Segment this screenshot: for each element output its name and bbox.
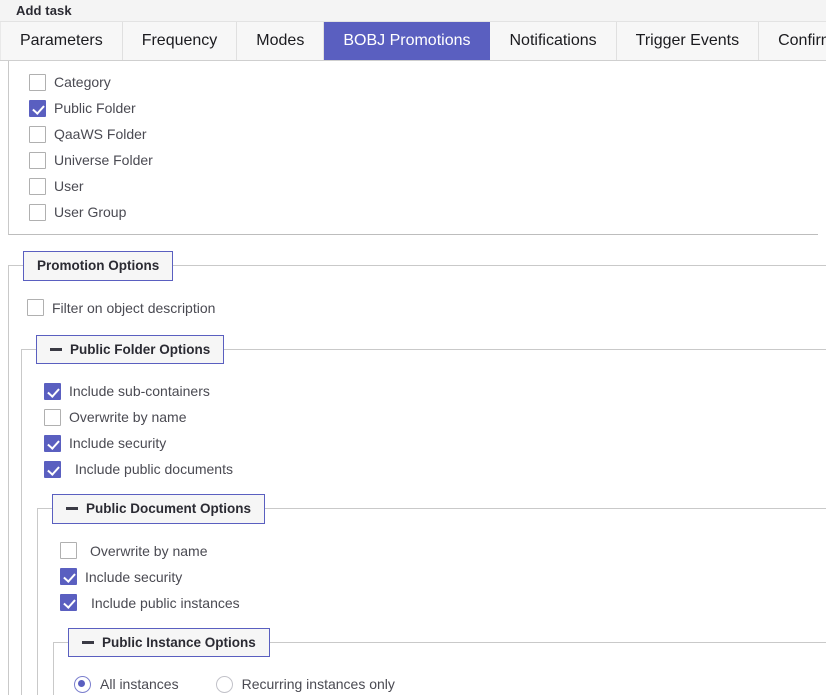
tab-notifications[interactable]: Notifications	[490, 22, 617, 60]
checkbox-user[interactable]	[29, 177, 46, 195]
legend-box[interactable]: Public Instance Options	[68, 627, 270, 657]
tab-label: Confirmation	[778, 32, 826, 49]
checkbox-label: Include public instances	[91, 594, 240, 611]
checkbox-row-user-group[interactable]: User Group	[9, 199, 818, 225]
checkbox-include-sub-containers[interactable]	[44, 382, 61, 400]
fieldset-promotion-options: Promotion Options Filter on object descr…	[8, 251, 826, 695]
checkbox-label: Overwrite by name	[90, 542, 208, 559]
checkbox-label: Include sub-containers	[69, 383, 210, 399]
checkbox-include-public-documents[interactable]	[44, 460, 61, 478]
checkbox-row-overwrite-by-name-folder[interactable]: Overwrite by name	[22, 404, 826, 430]
tab-parameters[interactable]: Parameters	[0, 22, 123, 60]
minus-icon[interactable]	[66, 507, 78, 511]
legend-box[interactable]: Public Document Options	[52, 494, 266, 524]
tab-confirmation[interactable]: Confirmation	[759, 22, 826, 60]
tab-bobj-promotions[interactable]: BOBJ Promotions	[324, 22, 491, 60]
checkbox-qaaws-folder[interactable]	[29, 125, 46, 143]
checkbox-label: User	[54, 178, 84, 194]
minus-icon[interactable]	[50, 347, 62, 351]
checkbox-row-include-sub-containers[interactable]: Include sub-containers	[22, 378, 826, 404]
public-folder-options-body: Include sub-containers Overwrite by name…	[22, 364, 826, 695]
radio-label: All instances	[100, 676, 179, 692]
checkbox-label: Include public documents	[75, 461, 233, 477]
checkbox-user-group[interactable]	[29, 203, 46, 221]
legend-label: Public Instance Options	[102, 634, 256, 650]
radio-group-instance-scope: All instances Recurring instances only	[54, 671, 826, 695]
checkbox-row-include-public-instances[interactable]: Include public instances	[38, 590, 826, 616]
tab-label: BOBJ Promotions	[343, 32, 471, 49]
tab-label: Trigger Events	[635, 32, 740, 49]
tab-label: Notifications	[509, 32, 597, 49]
checkbox-include-public-instances[interactable]	[60, 594, 77, 611]
checkbox-label: QaaWS Folder	[54, 126, 147, 142]
radio-row-recurring-instances-only[interactable]: Recurring instances only	[215, 675, 395, 693]
checkbox-label: Category	[54, 74, 111, 90]
radio-all-instances[interactable]	[74, 675, 91, 693]
legend-public-folder-options: Public Folder Options	[36, 334, 225, 364]
checkbox-row-overwrite-by-name-document[interactable]: Overwrite by name	[38, 538, 826, 564]
checkbox-label: Universe Folder	[54, 152, 153, 168]
tab-panel-bobj-promotions: Category Public Folder QaaWS Folder Univ…	[0, 61, 826, 695]
checkbox-label: Include security	[69, 435, 167, 451]
public-instance-options-body: All instances Recurring instances only	[54, 657, 826, 695]
checkbox-row-qaaws-folder[interactable]: QaaWS Folder	[9, 121, 818, 147]
dialog-title-text: Add task	[16, 3, 72, 18]
checkbox-row-public-folder[interactable]: Public Folder	[9, 95, 818, 121]
legend-box[interactable]: Promotion Options	[23, 251, 174, 281]
legend-box[interactable]: Public Folder Options	[36, 334, 225, 364]
tab-trigger-events[interactable]: Trigger Events	[616, 22, 760, 60]
tab-label: Modes	[256, 32, 305, 49]
radio-recurring-instances-only[interactable]	[215, 675, 233, 693]
checkbox-include-security-folder[interactable]	[44, 434, 61, 452]
checkbox-label: Overwrite by name	[69, 409, 187, 425]
minus-icon[interactable]	[82, 640, 94, 644]
checkbox-row-filter-on-object-description[interactable]: Filter on object description	[9, 295, 826, 321]
checkbox-label: Public Folder	[54, 100, 136, 116]
checkbox-label: Include security	[85, 568, 183, 585]
legend-public-document-options: Public Document Options	[52, 494, 266, 524]
tab-label: Parameters	[20, 32, 103, 49]
tab-frequency[interactable]: Frequency	[122, 22, 238, 60]
legend-label: Promotion Options	[37, 258, 160, 273]
public-document-options-body: Overwrite by name Include security Inclu…	[38, 524, 826, 695]
tab-strip: Parameters Frequency Modes BOBJ Promotio…	[0, 22, 826, 61]
checkbox-overwrite-by-name-folder[interactable]	[44, 408, 61, 426]
dialog-title: Add task	[0, 0, 826, 22]
checkbox-include-security-document[interactable]	[60, 568, 77, 585]
radio-label: Recurring instances only	[241, 676, 395, 692]
legend-label: Public Document Options	[86, 501, 252, 516]
checkbox-row-include-security-folder[interactable]: Include security	[22, 430, 826, 456]
tab-modes[interactable]: Modes	[237, 22, 325, 60]
fieldset-public-instance-options: Public Instance Options All instances Re…	[53, 627, 826, 695]
tab-label: Frequency	[141, 32, 218, 49]
promotion-options-body: Filter on object description Public Fold…	[9, 281, 826, 695]
fieldset-public-folder-options: Public Folder Options Include sub-contai…	[21, 334, 826, 695]
checkbox-overwrite-by-name-document[interactable]	[60, 542, 77, 559]
checkbox-category[interactable]	[29, 73, 46, 91]
checkbox-row-user[interactable]: User	[9, 173, 818, 199]
legend-public-instance-options: Public Instance Options	[68, 627, 270, 657]
legend-promotion-options: Promotion Options	[23, 251, 174, 281]
checkbox-label: Filter on object description	[52, 299, 216, 316]
checkbox-universe-folder[interactable]	[29, 151, 46, 169]
checkbox-filter-on-object-description[interactable]	[27, 299, 44, 316]
checkbox-label: User Group	[54, 204, 127, 220]
checkbox-row-include-public-documents[interactable]: Include public documents	[22, 456, 826, 482]
fieldset-public-document-options: Public Document Options Overwrite by nam…	[37, 494, 826, 695]
radio-row-all-instances[interactable]: All instances	[74, 675, 179, 693]
legend-label: Public Folder Options	[70, 341, 211, 357]
checkbox-row-universe-folder[interactable]: Universe Folder	[9, 147, 818, 173]
checkbox-public-folder[interactable]	[29, 99, 46, 117]
checkbox-row-include-security-document[interactable]: Include security	[38, 564, 826, 590]
checkbox-row-category[interactable]: Category	[9, 69, 818, 95]
object-type-list: Category Public Folder QaaWS Folder Univ…	[8, 61, 818, 235]
